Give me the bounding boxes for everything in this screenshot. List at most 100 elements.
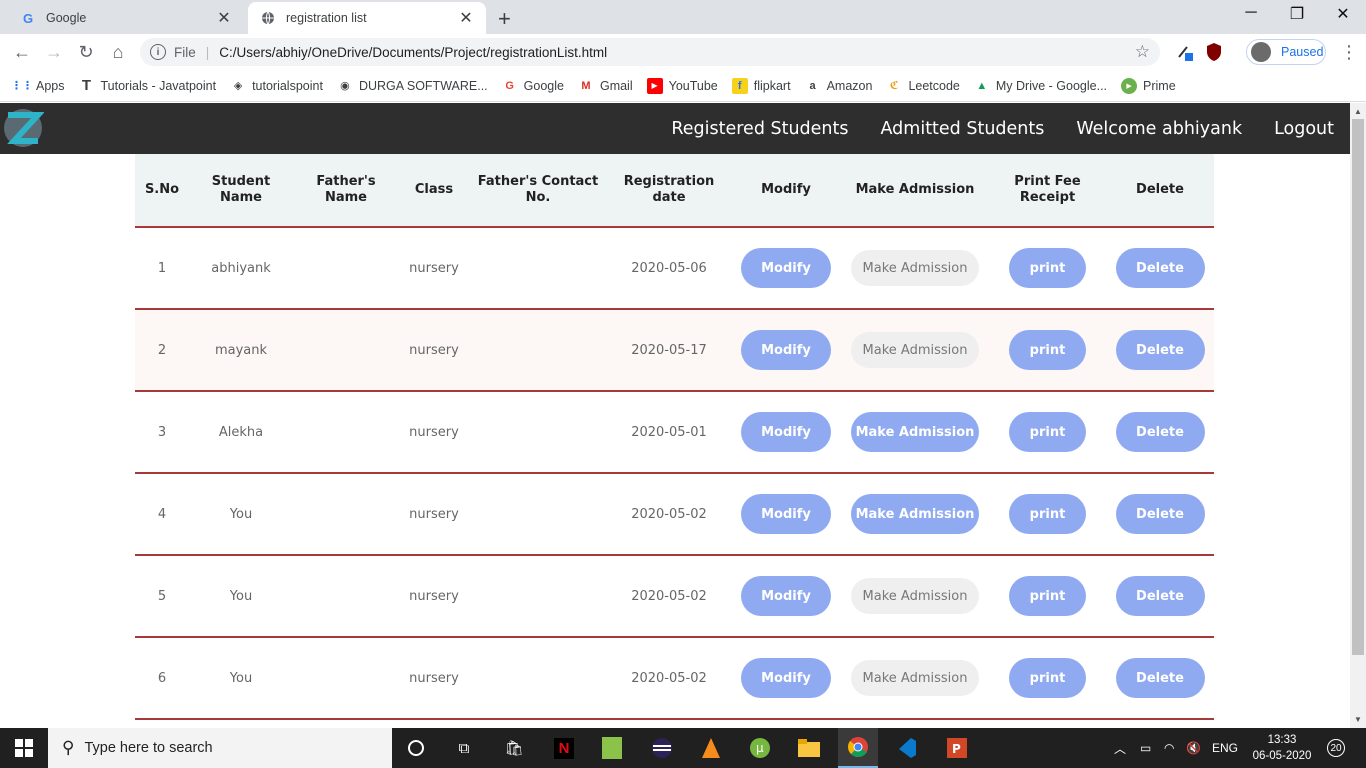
scroll-up-icon[interactable]: ▲: [1354, 107, 1362, 116]
language-indicator[interactable]: ENG: [1212, 728, 1238, 768]
cell-student-name: You: [189, 473, 293, 556]
bookmark-gmail[interactable]: M Gmail: [578, 78, 632, 94]
cell-registration-date: 2020-05-01: [607, 391, 731, 474]
cell-student-name: You: [189, 555, 293, 638]
make-admission-button[interactable]: Make Admission: [851, 660, 979, 696]
delete-button[interactable]: Delete: [1115, 658, 1205, 698]
notification-center-icon[interactable]: 20: [1322, 736, 1350, 760]
modify-button[interactable]: Modify: [741, 576, 831, 616]
make-admission-button[interactable]: Make Admission: [851, 332, 979, 368]
minimize-icon[interactable]: ─: [1228, 4, 1274, 22]
tab-registration-list[interactable]: registration list ✕: [248, 2, 486, 34]
site-logo-icon[interactable]: [2, 107, 45, 149]
netflix-icon[interactable]: N: [550, 734, 578, 762]
reload-icon[interactable]: ↻: [74, 40, 98, 64]
modify-button[interactable]: Modify: [741, 412, 831, 452]
home-icon[interactable]: ⌂: [106, 40, 130, 64]
bookmark-amazon[interactable]: a Amazon: [805, 78, 873, 94]
menu-kebab-icon[interactable]: ⋮: [1340, 42, 1358, 63]
delete-button[interactable]: Delete: [1115, 494, 1205, 534]
bookmarks-bar: ⋮⋮ Apps T Tutorials - Javatpoint ◈ tutorial…: [0, 70, 1366, 102]
cell-registration-date: 2020-05-06: [607, 227, 731, 310]
wifi-icon[interactable]: ◠: [1164, 728, 1174, 768]
sheets-app-icon[interactable]: [598, 734, 626, 762]
info-icon[interactable]: i: [150, 44, 166, 60]
bookmark-javatpoint[interactable]: T Tutorials - Javatpoint: [79, 77, 216, 94]
window-close-icon[interactable]: ✕: [1320, 4, 1366, 24]
file-explorer-icon[interactable]: [795, 734, 823, 762]
forward-icon[interactable]: →: [42, 40, 66, 64]
windows-start-icon[interactable]: [0, 728, 48, 768]
page-scrollbar[interactable]: ▲ ▼: [1350, 103, 1366, 728]
delete-button[interactable]: Delete: [1115, 576, 1205, 616]
ublock-icon[interactable]: [1205, 42, 1225, 62]
task-view-icon[interactable]: ⧉: [450, 734, 478, 762]
print-button[interactable]: print: [1009, 248, 1086, 288]
nav-admitted-students[interactable]: Admitted Students: [881, 119, 1045, 139]
bookmark-apps[interactable]: ⋮⋮ Apps: [11, 78, 65, 94]
vscode-icon[interactable]: [892, 734, 920, 762]
close-icon[interactable]: ✕: [216, 8, 232, 28]
cell-modify: Modify: [731, 227, 841, 310]
cortana-icon[interactable]: [402, 734, 430, 762]
bookmark-label: YouTube: [668, 78, 718, 93]
cell-sno: 4: [135, 473, 189, 556]
url-text[interactable]: C:/Users/abhiy/OneDrive/Documents/Projec…: [219, 45, 607, 60]
bookmark-durga[interactable]: ◉ DURGA SOFTWARE...: [337, 78, 488, 94]
bookmark-google[interactable]: G Google: [502, 78, 564, 94]
tab-google[interactable]: G Google ✕: [8, 2, 244, 34]
close-icon[interactable]: ✕: [458, 8, 474, 28]
bookmark-drive[interactable]: ▲ My Drive - Google...: [974, 78, 1107, 94]
print-button[interactable]: print: [1009, 494, 1086, 534]
volume-muted-icon[interactable]: 🔇: [1186, 728, 1201, 768]
google-g-icon: G: [505, 79, 514, 92]
restore-icon[interactable]: ❐: [1274, 4, 1320, 24]
eclipse-icon[interactable]: [648, 734, 676, 762]
scroll-down-icon[interactable]: ▼: [1354, 715, 1362, 724]
chrome-taskbar-icon[interactable]: [838, 728, 878, 768]
delete-button[interactable]: Delete: [1115, 330, 1205, 370]
scrollbar-thumb[interactable]: [1352, 119, 1364, 655]
bookmark-youtube[interactable]: ▶ YouTube: [646, 77, 718, 94]
print-button[interactable]: print: [1009, 330, 1086, 370]
bookmark-label: Google: [523, 78, 564, 93]
delete-button[interactable]: Delete: [1115, 248, 1205, 288]
make-admission-button[interactable]: Make Admission: [851, 250, 979, 286]
bookmark-label: Leetcode: [908, 78, 960, 93]
print-button[interactable]: print: [1009, 412, 1086, 452]
bookmark-leetcode[interactable]: ℭ Leetcode: [886, 78, 960, 94]
modify-button[interactable]: Modify: [741, 494, 831, 534]
modify-button[interactable]: Modify: [741, 658, 831, 698]
vlc-icon[interactable]: [697, 734, 725, 762]
bookmark-flipkart[interactable]: f flipkart: [731, 77, 791, 94]
nav-registered-students[interactable]: Registered Students: [671, 119, 848, 139]
bookmark-prime[interactable]: ▶ Prime: [1121, 77, 1176, 94]
nav-welcome-user[interactable]: Welcome abhiyank: [1076, 119, 1242, 139]
make-admission-button[interactable]: Make Admission: [851, 412, 979, 452]
print-button[interactable]: print: [1009, 658, 1086, 698]
tray-chevron-icon[interactable]: ︿: [1114, 728, 1126, 768]
nav-logout[interactable]: Logout: [1274, 119, 1334, 139]
bookmark-star-icon[interactable]: ☆: [1135, 42, 1150, 62]
cell-fathers-name: [293, 555, 399, 638]
powerpoint-icon[interactable]: P: [942, 734, 970, 762]
extension-icon[interactable]: [1176, 42, 1196, 62]
new-tab-icon[interactable]: +: [498, 6, 511, 32]
make-admission-button[interactable]: Make Admission: [851, 494, 979, 534]
taskbar-clock[interactable]: 13:33 06-05-2020: [1252, 732, 1312, 764]
cell-fathers-contact: [469, 637, 607, 720]
battery-icon[interactable]: ▭: [1140, 728, 1151, 768]
bookmark-tutorialspoint[interactable]: ◈ tutorialspoint: [230, 78, 323, 94]
profile-button[interactable]: Paused: [1246, 39, 1326, 65]
header-delete: Delete: [1106, 154, 1214, 228]
back-icon[interactable]: ←: [10, 40, 34, 64]
modify-button[interactable]: Modify: [741, 248, 831, 288]
store-icon[interactable]: 🛍: [500, 734, 528, 762]
taskbar-search-box[interactable]: ⚲ Type here to search: [48, 728, 392, 768]
make-admission-button[interactable]: Make Admission: [851, 578, 979, 614]
delete-button[interactable]: Delete: [1115, 412, 1205, 452]
address-bar[interactable]: i File | C:/Users/abhiy/OneDrive/Documen…: [140, 38, 1160, 66]
utorrent-icon[interactable]: µ: [746, 734, 774, 762]
modify-button[interactable]: Modify: [741, 330, 831, 370]
print-button[interactable]: print: [1009, 576, 1086, 616]
